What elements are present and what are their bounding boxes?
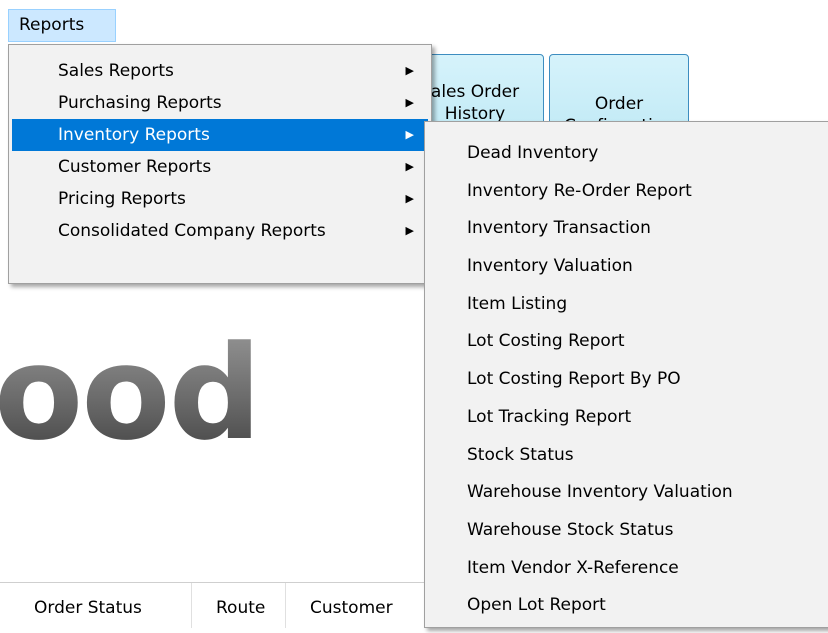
menu-item-stock-status[interactable]: Stock Status — [425, 437, 828, 475]
menu-item-warehouse-stock-status[interactable]: Warehouse Stock Status — [425, 512, 828, 550]
submenu-arrow-icon: ▶ — [405, 64, 414, 77]
menu-item-label: Inventory Reports — [58, 125, 210, 145]
submenu-arrow-icon: ▶ — [405, 192, 414, 205]
menu-reports[interactable]: Reports — [8, 9, 116, 42]
submenu-arrow-icon: ▶ — [405, 224, 414, 237]
column-header-route[interactable]: Route — [192, 583, 286, 628]
menu-item-label: Sales Reports — [58, 61, 174, 81]
menu-item-lot-tracking-report[interactable]: Lot Tracking Report — [425, 399, 828, 437]
menu-item-inventory-reports[interactable]: Inventory Reports ▶ — [12, 119, 428, 151]
menu-item-inventory-reorder-report[interactable]: Inventory Re-Order Report — [425, 173, 828, 211]
submenu-arrow-icon: ▶ — [405, 96, 414, 109]
menu-item-label: Consolidated Company Reports — [58, 221, 326, 241]
menu-item-inventory-transaction[interactable]: Inventory Transaction — [425, 210, 828, 248]
brand-logo-text: ood — [0, 318, 262, 468]
menu-item-customer-reports[interactable]: Customer Reports ▶ — [12, 151, 428, 183]
menu-item-open-lot-report[interactable]: Open Lot Report — [425, 587, 828, 625]
menu-item-label: Pricing Reports — [58, 189, 186, 209]
sales-order-history-label: ales Order History — [430, 82, 520, 124]
menu-bar: Reports — [0, 0, 828, 44]
submenu-arrow-icon: ▶ — [405, 128, 414, 141]
menu-item-inventory-valuation[interactable]: Inventory Valuation — [425, 248, 828, 286]
menu-item-lot-costing-report[interactable]: Lot Costing Report — [425, 323, 828, 361]
inventory-reports-submenu: Dead Inventory Inventory Re-Order Report… — [424, 121, 828, 628]
column-header-order-status[interactable]: Order Status — [12, 583, 192, 628]
menu-item-item-vendor-x-reference[interactable]: Item Vendor X-Reference — [425, 550, 828, 588]
menu-item-warehouse-inventory-valuation[interactable]: Warehouse Inventory Valuation — [425, 474, 828, 512]
submenu-arrow-icon: ▶ — [405, 160, 414, 173]
menu-item-dead-inventory[interactable]: Dead Inventory — [425, 135, 828, 173]
menu-item-consolidated-company-reports[interactable]: Consolidated Company Reports ▶ — [12, 215, 428, 247]
reports-dropdown-menu: Sales Reports ▶ Purchasing Reports ▶ Inv… — [8, 44, 432, 284]
menu-item-label: Purchasing Reports — [58, 93, 222, 113]
menu-item-item-listing[interactable]: Item Listing — [425, 286, 828, 324]
menu-item-label: Customer Reports — [58, 157, 212, 177]
menu-item-purchasing-reports[interactable]: Purchasing Reports ▶ — [12, 87, 428, 119]
menu-item-pricing-reports[interactable]: Pricing Reports ▶ — [12, 183, 428, 215]
menu-item-lot-costing-report-by-po[interactable]: Lot Costing Report By PO — [425, 361, 828, 399]
menu-item-sales-reports[interactable]: Sales Reports ▶ — [12, 55, 428, 87]
